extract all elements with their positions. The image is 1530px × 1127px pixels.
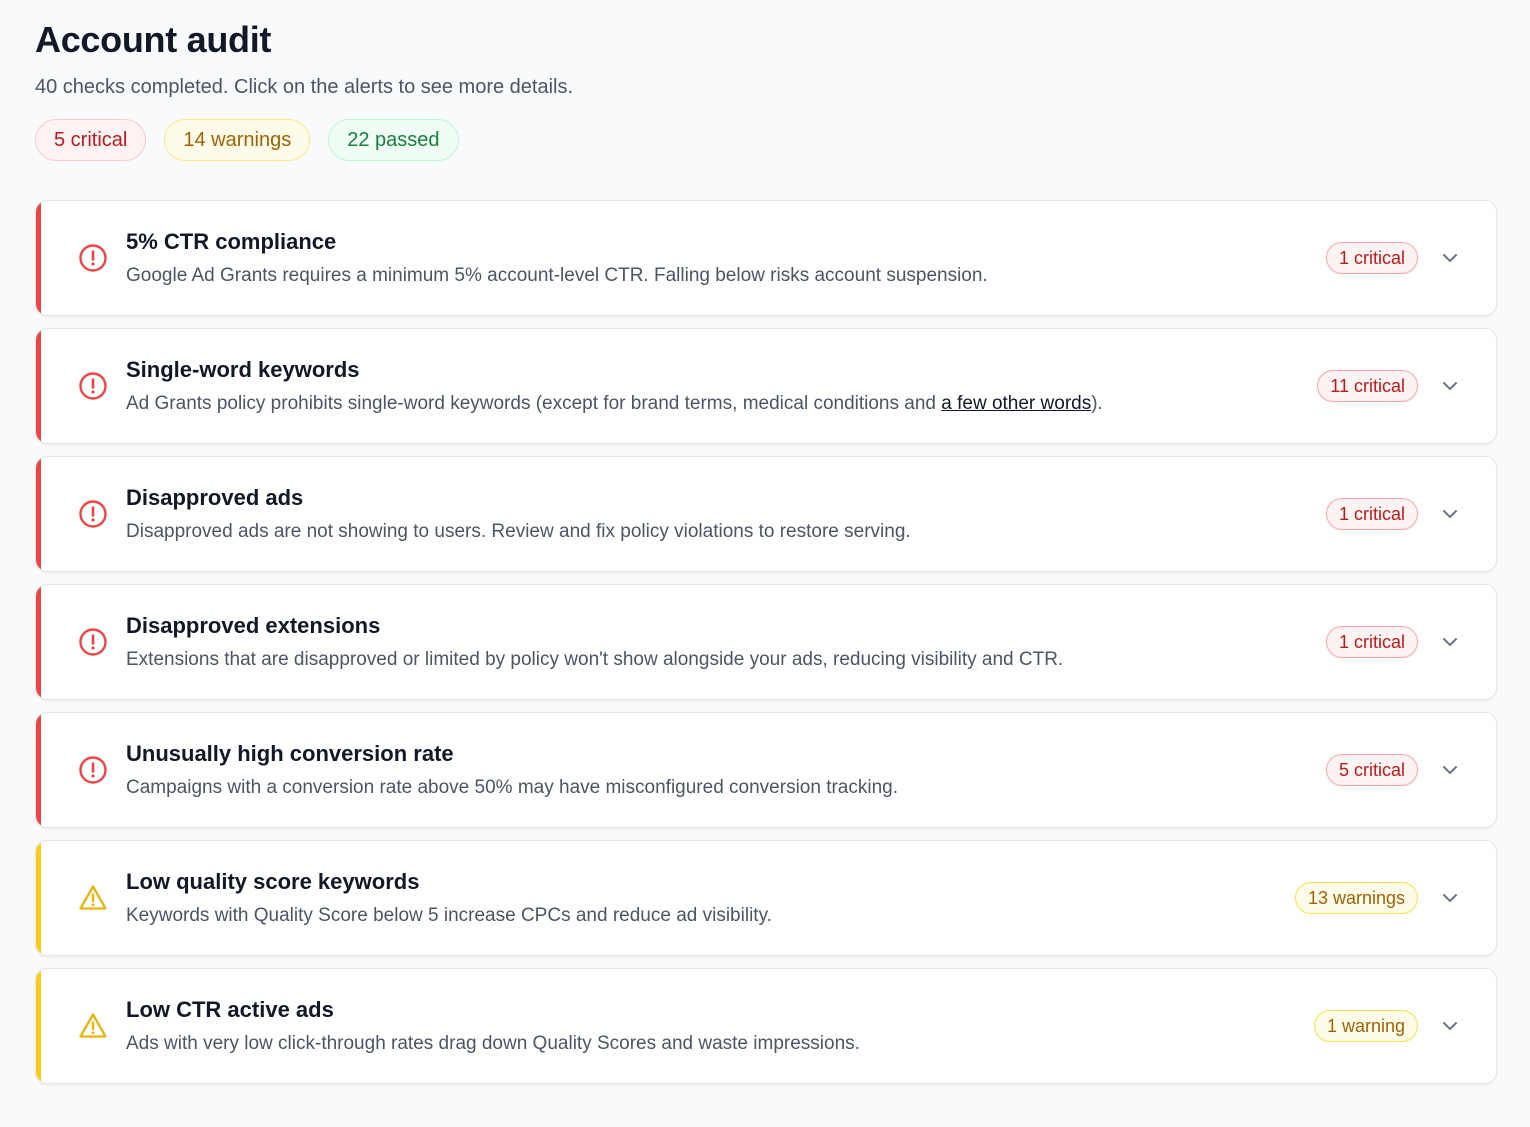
alert-triangle-icon <box>79 1013 107 1038</box>
chevron-down-icon[interactable] <box>1440 504 1460 524</box>
check-title: Disapproved ads <box>126 485 304 510</box>
alert-triangle-icon <box>79 885 107 910</box>
few-other-words-link[interactable]: a few other words <box>941 393 1091 414</box>
severity-accent-bar <box>36 713 41 827</box>
chevron-down-icon[interactable] <box>1440 1016 1460 1036</box>
page-subtitle: 40 checks completed. Click on the alerts… <box>35 76 574 98</box>
check-count-badge: 1 critical <box>1325 626 1418 658</box>
page-title: Account audit <box>35 19 272 60</box>
check-count-badge: 5 critical <box>1325 754 1418 786</box>
check-description: Disapproved ads are not showing to users… <box>126 521 911 542</box>
check-description: Ads with very low click-through rates dr… <box>126 1033 860 1054</box>
chevron-down-icon[interactable] <box>1440 376 1460 396</box>
alert-circle-icon <box>79 628 107 656</box>
alert-circle-icon <box>79 500 107 528</box>
severity-accent-bar <box>36 201 41 315</box>
check-description: Extensions that are disapproved or limit… <box>126 649 1064 670</box>
check-description-text: Ad Grants policy prohibits single-word k… <box>126 393 942 414</box>
severity-accent-bar <box>36 457 41 571</box>
check-count-badge: 1 critical <box>1325 498 1418 530</box>
audit-check-disapproved-ads[interactable]: Disapproved ads Disapproved ads are not … <box>35 456 1497 572</box>
audit-check-disapproved-extensions[interactable]: Disapproved extensions Extensions that a… <box>35 584 1497 700</box>
alert-circle-icon <box>79 756 107 784</box>
check-title: Unusually high conversion rate <box>126 741 454 766</box>
chevron-down-icon[interactable] <box>1440 888 1460 908</box>
severity-accent-bar <box>36 969 41 1083</box>
check-count-badge: 11 critical <box>1317 370 1418 402</box>
alert-circle-icon <box>79 372 107 400</box>
severity-accent-bar <box>36 585 41 699</box>
alert-circle-icon <box>79 244 107 272</box>
audit-check-single-word-keywords[interactable]: Single-word keywords Ad Grants policy pr… <box>35 328 1497 444</box>
chevron-down-icon[interactable] <box>1440 632 1460 652</box>
chevron-down-icon[interactable] <box>1440 248 1460 268</box>
check-title: 5% CTR compliance <box>126 229 337 254</box>
check-count-badge: 1 critical <box>1325 242 1418 274</box>
warnings-count-pill[interactable]: 14 warnings <box>164 119 311 161</box>
check-description: Campaigns with a conversion rate above 5… <box>126 777 899 798</box>
audit-check-low-quality-score[interactable]: Low quality score keywords Keywords with… <box>35 840 1497 956</box>
check-title: Low CTR active ads <box>126 997 334 1022</box>
passed-count-pill[interactable]: 22 passed <box>328 119 459 161</box>
audit-check-low-ctr-ads[interactable]: Low CTR active ads Ads with very low cli… <box>35 968 1497 1084</box>
check-description: Keywords with Quality Score below 5 incr… <box>126 905 772 926</box>
critical-count-pill[interactable]: 5 critical <box>35 119 147 161</box>
check-description-end: ). <box>1091 393 1103 414</box>
audit-checks-list: 5% CTR compliance Google Ad Grants requi… <box>35 200 1497 1096</box>
severity-accent-bar <box>36 841 41 955</box>
check-description: Ad Grants policy prohibits single-word k… <box>126 392 1103 416</box>
check-count-badge: 13 warnings <box>1294 882 1418 914</box>
audit-check-ctr-compliance[interactable]: 5% CTR compliance Google Ad Grants requi… <box>35 200 1497 316</box>
chevron-down-icon[interactable] <box>1440 760 1460 780</box>
summary-pills: 5 critical 14 warnings 22 passed <box>35 119 459 161</box>
check-description: Google Ad Grants requires a minimum 5% a… <box>126 265 988 286</box>
check-title: Disapproved extensions <box>126 613 381 638</box>
account-audit-page: Account audit 40 checks completed. Click… <box>0 0 1530 1127</box>
check-title: Low quality score keywords <box>126 869 420 894</box>
audit-check-high-conversion-rate[interactable]: Unusually high conversion rate Campaigns… <box>35 712 1497 828</box>
severity-accent-bar <box>36 329 41 443</box>
check-title: Single-word keywords <box>126 357 360 382</box>
check-count-badge: 1 warning <box>1313 1010 1418 1042</box>
